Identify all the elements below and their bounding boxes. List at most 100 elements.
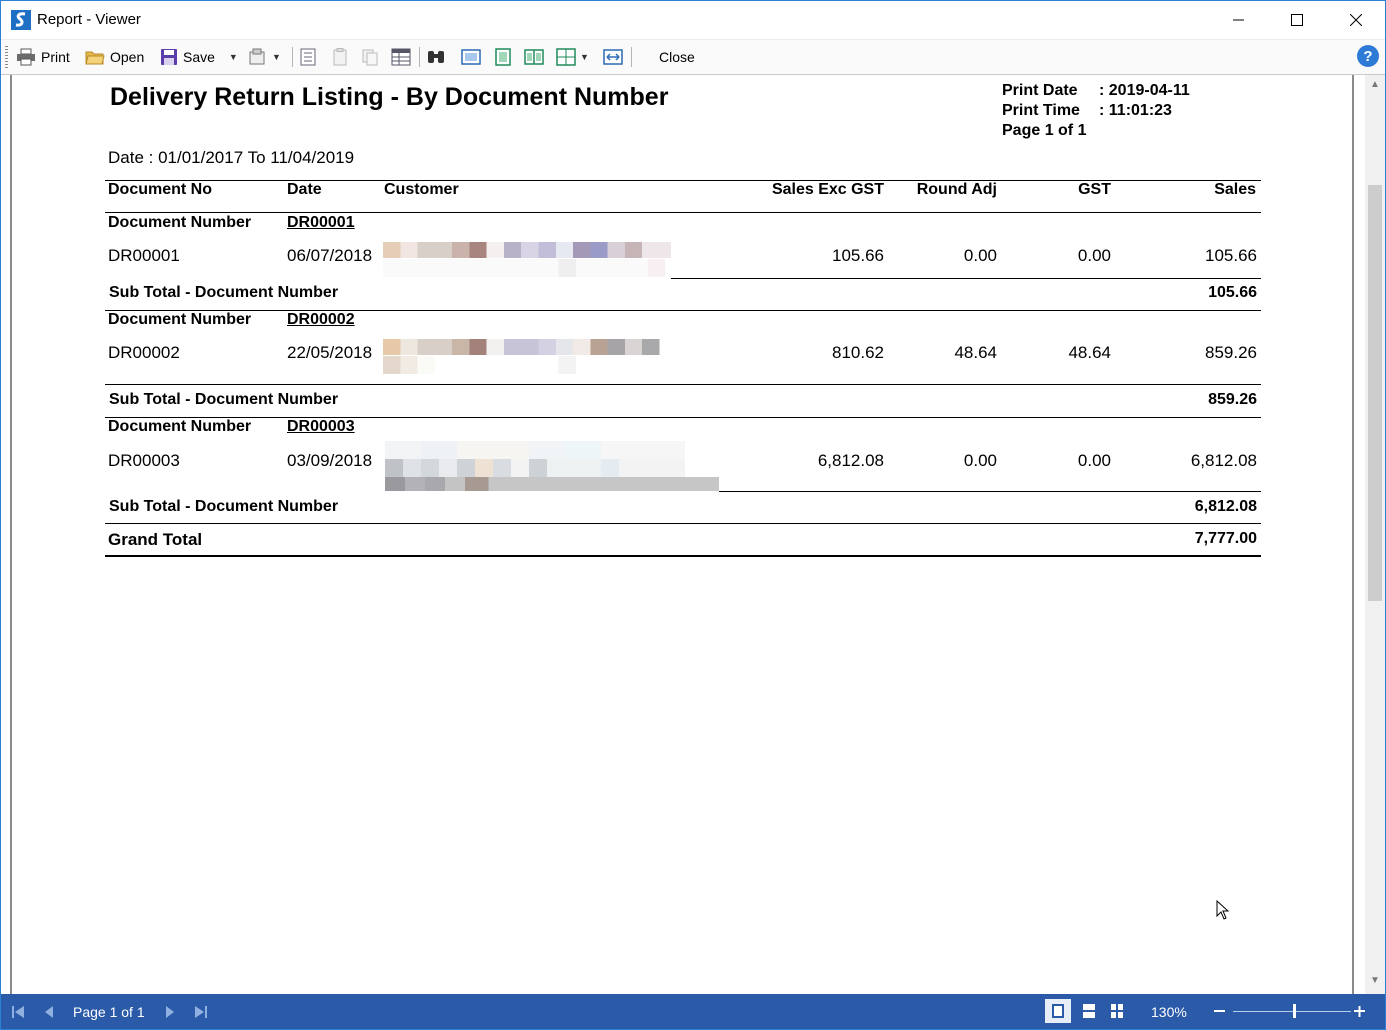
group-value[interactable]: DR00001: [287, 214, 355, 232]
document-list-icon: [300, 48, 316, 66]
subtotal-label: Sub Total - Document Number: [109, 284, 339, 301]
table-view-icon: [391, 48, 411, 66]
status-bar: Page 1 of 1 130%: [1, 994, 1385, 1029]
last-page-button[interactable]: [194, 994, 208, 1029]
open-button[interactable]: Open: [85, 44, 144, 70]
clipboard-icon: [333, 48, 347, 66]
next-page-button[interactable]: [164, 994, 176, 1029]
export-dropdown-arrow-icon[interactable]: ▼: [272, 52, 281, 62]
toolbar: Print Open Save ▼ ▼ ▼ Close ?: [1, 39, 1385, 76]
multi-page-view-icon: [1111, 1004, 1123, 1018]
save-button[interactable]: Save ▼: [160, 44, 238, 70]
date-range: Date : 01/01/2017 To 11/04/2019: [108, 148, 355, 167]
row-date: 06/07/2018: [287, 246, 373, 265]
help-button[interactable]: ?: [1357, 45, 1379, 67]
print-time-label: Print Time: [1002, 102, 1080, 119]
subtotal-label: Sub Total - Document Number: [109, 391, 339, 408]
page-view-icon: [461, 49, 481, 65]
subtotal-bottom-rule: [105, 417, 1261, 418]
row-gst: 48.64: [1068, 343, 1111, 362]
parameters-button[interactable]: [299, 44, 317, 70]
column-header-date: Date: [287, 181, 322, 198]
customer-name-redacted: [383, 339, 671, 379]
page-width-icon: [495, 48, 511, 66]
report-title: Delivery Return Listing - By Document Nu…: [110, 83, 669, 111]
print-button[interactable]: Print: [16, 44, 70, 70]
scroll-down-arrow-icon[interactable]: ▼: [1370, 975, 1380, 986]
group-value[interactable]: DR00003: [287, 418, 355, 436]
column-header-document-no: Document No: [108, 181, 212, 198]
scroll-up-arrow-icon[interactable]: ▲: [1370, 79, 1380, 90]
export-button[interactable]: ▼: [248, 44, 281, 70]
group-value[interactable]: DR00002: [287, 311, 355, 329]
print-date-value: : 2019-04-11: [1099, 82, 1190, 99]
minimize-icon: [1233, 19, 1244, 21]
grand-total-value: 7,777.00: [1194, 530, 1257, 547]
print-label: Print: [41, 49, 70, 65]
maximize-button[interactable]: [1268, 1, 1326, 39]
two-pages-button[interactable]: [524, 44, 544, 70]
maximize-icon: [1291, 14, 1303, 26]
page-setup-button[interactable]: [603, 44, 623, 70]
find-button[interactable]: [426, 44, 446, 70]
customer-name-redacted: [385, 441, 719, 493]
edit-button[interactable]: [331, 44, 349, 70]
column-header-gst: GST: [1078, 181, 1111, 198]
save-label: Save: [183, 49, 215, 65]
close-label: Close: [659, 49, 695, 65]
continuous-view-button[interactable]: [1076, 999, 1102, 1023]
save-dropdown-arrow-icon[interactable]: ▼: [229, 52, 238, 62]
column-header-customer: Customer: [384, 181, 459, 198]
toolbar-grip[interactable]: [5, 46, 8, 68]
group-label: Document Number: [108, 311, 252, 328]
last-page-icon: [195, 1005, 207, 1018]
row-sales-exc-gst: 105.66: [832, 246, 884, 265]
mouse-pointer-icon: [1216, 900, 1230, 920]
single-page-button[interactable]: [461, 44, 481, 70]
multiple-pages-icon: [556, 48, 576, 66]
row-gst: 0.00: [1077, 246, 1111, 265]
copy-button[interactable]: [361, 44, 379, 70]
page-width-button[interactable]: [493, 44, 513, 70]
row-document-no: DR00001: [108, 246, 180, 265]
toolbar-separator: [631, 47, 632, 67]
column-header-sales-exc-gst: Sales Exc GST: [771, 181, 884, 198]
minimize-button[interactable]: [1210, 1, 1268, 39]
minus-icon: [1214, 1010, 1225, 1012]
single-page-view-icon: [1052, 1004, 1064, 1018]
two-pages-icon: [524, 49, 544, 65]
close-window-button[interactable]: [1327, 1, 1385, 39]
zoom-out-button[interactable]: [1214, 994, 1225, 1029]
zoom-slider-track[interactable]: [1233, 1011, 1351, 1012]
multiple-pages-dropdown-arrow-icon[interactable]: ▼: [580, 52, 589, 62]
zoom-in-button[interactable]: [1354, 994, 1365, 1029]
multiple-pages-button[interactable]: ▼: [556, 44, 589, 70]
multi-page-view-button[interactable]: [1104, 999, 1130, 1023]
row-sales: 6,812.08: [1190, 451, 1257, 470]
previous-page-button[interactable]: [43, 994, 55, 1029]
grand-total-top-rule: [105, 523, 1261, 524]
row-document-no: DR00003: [108, 451, 180, 470]
close-report-button[interactable]: Close: [659, 44, 695, 70]
window-title: Report - Viewer: [37, 11, 141, 28]
first-page-button[interactable]: [11, 994, 25, 1029]
first-page-icon: [12, 1005, 24, 1018]
vertical-scrollbar[interactable]: ▲ ▼: [1365, 75, 1385, 994]
title-bar: Report - Viewer: [1, 1, 1385, 39]
open-label: Open: [110, 49, 145, 65]
scrollbar-thumb[interactable]: [1368, 185, 1382, 601]
toolbar-separator: [419, 47, 420, 67]
single-page-view-button[interactable]: [1045, 999, 1071, 1023]
table-of-contents-button[interactable]: [391, 44, 411, 70]
page-setup-icon: [603, 49, 623, 65]
group-label: Document Number: [108, 214, 252, 231]
floppy-disk-icon: [161, 49, 177, 65]
column-header-sales: Sales: [1214, 181, 1256, 198]
zoom-slider-thumb[interactable]: [1293, 1004, 1296, 1018]
subtotal-value: 6,812.08: [1194, 498, 1257, 515]
subtotal-value: 859.26: [1208, 391, 1257, 408]
row-sales: 105.66: [1205, 246, 1257, 265]
toolbar-separator: [292, 47, 293, 67]
subtotal-top-rule: [671, 278, 1261, 279]
plus-icon: [1354, 1006, 1365, 1017]
